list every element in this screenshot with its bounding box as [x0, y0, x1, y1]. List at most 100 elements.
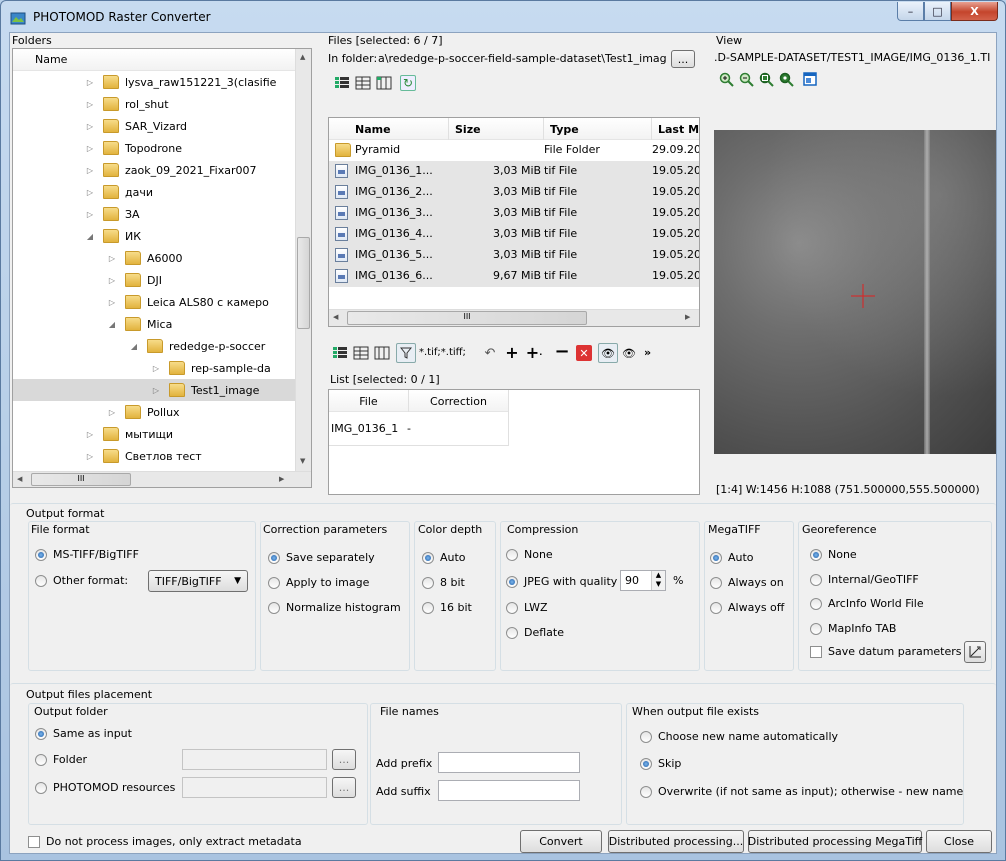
columns-view-icon[interactable]: [376, 75, 392, 91]
radio-megatiff-auto[interactable]: Auto: [710, 551, 754, 564]
zoom-actual-icon[interactable]: [778, 71, 794, 87]
radio-button[interactable]: [506, 601, 518, 614]
list-col-file[interactable]: File: [329, 390, 409, 412]
tree-item[interactable]: ▷ A6000: [13, 247, 183, 269]
collapse-icon[interactable]: ◢: [129, 342, 139, 351]
radio-megatiff-off[interactable]: Always off: [710, 601, 784, 614]
radio-button[interactable]: [422, 551, 434, 564]
columns-view-icon[interactable]: [374, 345, 390, 361]
minimize-button[interactable]: –: [897, 2, 924, 21]
filter-icon[interactable]: [396, 343, 416, 363]
eye-icon[interactable]: 👁: [621, 345, 637, 361]
expand-icon[interactable]: ▷: [107, 298, 117, 307]
scroll-right-icon[interactable]: ▶: [279, 475, 284, 483]
folder-path-input[interactable]: [182, 749, 327, 770]
resources-path-input[interactable]: [182, 777, 327, 798]
folders-tree[interactable]: Name ▷ lysva_raw151221_3(clasifie ▷ rol_shu…: [12, 48, 312, 488]
radio-button[interactable]: [35, 574, 47, 587]
expand-icon[interactable]: ▷: [85, 78, 95, 87]
radio-save-separately[interactable]: Save separately: [268, 551, 375, 564]
close-window-button[interactable]: X: [951, 2, 998, 21]
radio-megatiff-on[interactable]: Always on: [710, 576, 784, 589]
details-view-icon[interactable]: [334, 75, 350, 91]
tree-item[interactable]: ◢ rededge-p-soccer: [13, 335, 265, 357]
zoom-out-icon[interactable]: [738, 71, 754, 87]
tree-item[interactable]: ◢ Mica: [13, 313, 172, 335]
radio-button[interactable]: [710, 576, 722, 589]
folders-hscroll-thumb[interactable]: III: [31, 473, 131, 486]
radio-same-as-input[interactable]: Same as input: [35, 727, 132, 740]
radio-button[interactable]: [268, 576, 280, 589]
more-tools-icon[interactable]: »: [644, 346, 651, 359]
refresh-icon[interactable]: ↻: [400, 75, 416, 91]
expand-icon[interactable]: ▷: [85, 122, 95, 131]
file-row[interactable]: IMG_0136_3... 3,03 MiB tif File 19.05.20: [329, 203, 699, 224]
scroll-left-icon[interactable]: ◀: [333, 313, 338, 321]
collapse-icon[interactable]: ◢: [85, 232, 95, 241]
close-button[interactable]: Close: [926, 830, 992, 853]
jpeg-quality-spinner[interactable]: 90 ▲ ▼: [620, 570, 666, 591]
file-row[interactable]: Pyramid File Folder 29.09.20: [329, 140, 699, 161]
expand-icon[interactable]: ▷: [85, 452, 95, 461]
radio-folder[interactable]: Folder: [35, 753, 87, 766]
expand-icon[interactable]: ▷: [151, 364, 161, 373]
list-col-correction[interactable]: Correction: [409, 390, 509, 412]
files-hscrollbar[interactable]: ◀ III ▶: [329, 309, 699, 326]
radio-apply-to-image[interactable]: Apply to image: [268, 576, 369, 589]
radio-button[interactable]: [268, 601, 280, 614]
radio-compression-deflate[interactable]: Deflate: [506, 626, 564, 639]
details-view-icon[interactable]: [332, 345, 348, 361]
radio-photomod-resources[interactable]: PHOTOMOD resources: [35, 781, 175, 794]
folders-vscroll-thumb[interactable]: [297, 237, 310, 329]
radio-button[interactable]: [35, 781, 47, 794]
datum-settings-button[interactable]: [964, 641, 986, 663]
radio-button[interactable]: [640, 730, 652, 743]
radio-button[interactable]: [810, 573, 822, 586]
tree-item[interactable]: ▷ мытищи: [13, 423, 173, 445]
metadata-only-checkbox[interactable]: Do not process images, only extract meta…: [28, 835, 302, 848]
expand-icon[interactable]: ▷: [85, 188, 95, 197]
scroll-right-icon[interactable]: ▶: [685, 313, 690, 321]
undo-icon[interactable]: ↶: [482, 345, 498, 361]
image-preview[interactable]: [714, 130, 996, 454]
filter-text[interactable]: *.tif;*.tiff;: [419, 347, 466, 358]
radio-compression-jpeg[interactable]: JPEG with quality: [506, 575, 617, 588]
files-col-date[interactable]: Last M: [652, 118, 699, 140]
tree-item[interactable]: ▷ Test1_image: [13, 379, 295, 401]
scroll-down-icon[interactable]: ▼: [300, 457, 305, 465]
add-all-icon[interactable]: +.: [526, 343, 542, 362]
radio-button[interactable]: [422, 601, 434, 614]
list-table[interactable]: File Correction IMG_0136_1 -: [328, 389, 700, 495]
radio-button[interactable]: [640, 785, 652, 798]
folders-header[interactable]: Name: [13, 49, 295, 71]
file-row[interactable]: IMG_0136_2... 3,03 MiB tif File 19.05.20: [329, 182, 699, 203]
radio-geo-internal[interactable]: Internal/GeoTIFF: [810, 573, 919, 586]
scroll-left-icon[interactable]: ◀: [17, 475, 22, 483]
radio-button[interactable]: [506, 575, 518, 588]
file-row[interactable]: IMG_0136_6... 9,67 MiB tif File 19.05.20: [329, 266, 699, 287]
files-col-size[interactable]: Size: [449, 118, 544, 140]
tree-item[interactable]: ▷ lysva_raw151221_3(clasifie: [13, 71, 276, 93]
radio-button[interactable]: [422, 576, 434, 589]
folder-browse-button[interactable]: ...: [332, 749, 356, 770]
maximize-button[interactable]: □: [924, 2, 951, 21]
folders-hscrollbar[interactable]: ◀ III ▶: [13, 471, 311, 487]
list-view-icon[interactable]: [353, 345, 369, 361]
files-hscroll-thumb[interactable]: III: [347, 311, 587, 325]
tree-item[interactable]: ▷ Pollux: [13, 401, 180, 423]
tree-item[interactable]: ▷ Светлов тест: [13, 445, 202, 467]
tree-item[interactable]: ▷ SAR_Vizard: [13, 115, 187, 137]
radio-button[interactable]: [35, 548, 47, 561]
tree-item[interactable]: ▷ ЗА: [13, 203, 140, 225]
radio-button[interactable]: [710, 601, 722, 614]
expand-icon[interactable]: ▷: [85, 430, 95, 439]
list-view-icon[interactable]: [355, 75, 371, 91]
expand-icon[interactable]: ▷: [107, 254, 117, 263]
tree-item[interactable]: ▷ DJI: [13, 269, 162, 291]
expand-icon[interactable]: ▷: [107, 276, 117, 285]
radio-choose-new-name[interactable]: Choose new name automatically: [640, 730, 838, 743]
radio-button[interactable]: [506, 548, 518, 561]
file-row[interactable]: IMG_0136_1... 3,03 MiB tif File 19.05.20: [329, 161, 699, 182]
expand-icon[interactable]: ▷: [85, 210, 95, 219]
radio-skip[interactable]: Skip: [640, 757, 681, 770]
